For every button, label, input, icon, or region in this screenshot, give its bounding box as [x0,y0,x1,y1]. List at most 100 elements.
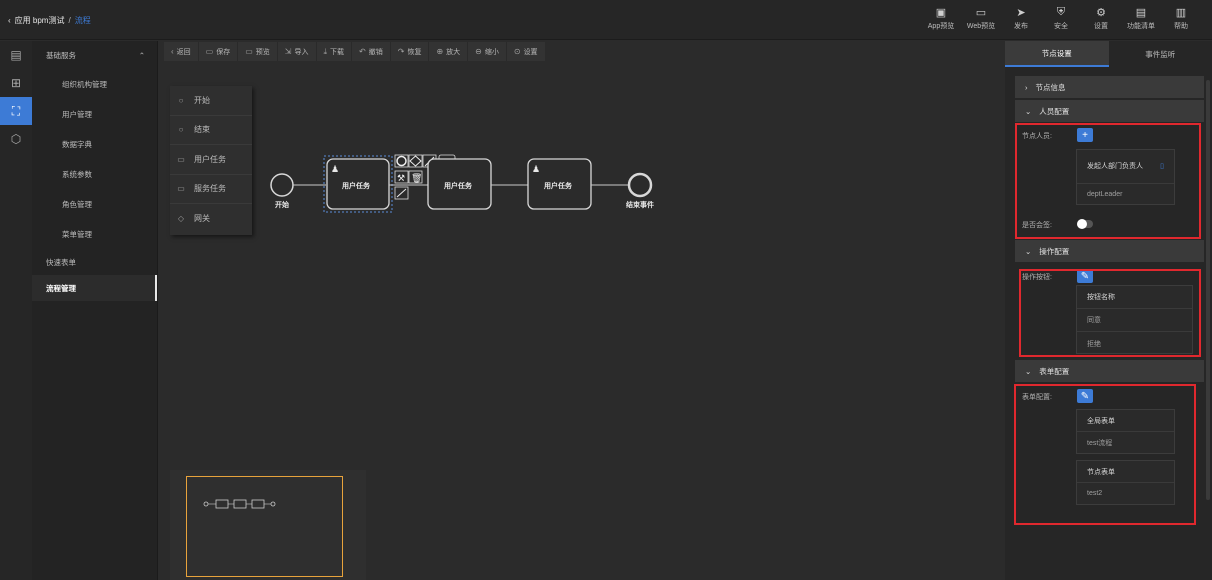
toolbar-label: 下载 [330,48,345,56]
panel-scrollbar[interactable] [1206,80,1210,500]
settings-icon: ⚙ [1096,6,1106,19]
minimap[interactable] [170,470,366,580]
toolbar-label: 恢复 [407,48,422,56]
toolbar-label: 返回 [176,48,191,56]
toolbar-label: 缩小 [484,48,499,56]
section-ops[interactable]: ⌄ 操作配置 [1015,240,1204,262]
toolbar-back-button[interactable]: ‹ 返回 [164,42,199,61]
toolbar-undo-button[interactable]: ↶ 撤销 [352,42,391,61]
section-form-title: 表单配置 [1039,366,1070,376]
top-action-label: 设置 [1094,23,1108,30]
import-icon: ⇲ [284,47,292,56]
menu-item-users[interactable]: 用户管理 [32,99,157,129]
toolbar-label: 预览 [255,48,270,56]
tab-node-settings[interactable]: 节点设置 [1005,41,1109,67]
section-ops-title: 操作配置 [1039,246,1070,256]
zoom-out-icon: ⊖ [475,47,482,56]
palette-item-user-task[interactable]: ▭ 用户任务 [170,145,252,175]
toolbar-preview-button[interactable]: ▭ 预览 [238,42,278,61]
apps-icon[interactable]: ⊞ [0,69,32,97]
user-task-2-label: 用户任务 [444,181,473,190]
palette-item-start-event[interactable]: ○ 开始 [170,86,252,116]
user-task-3-label: 用户任务 [544,181,573,190]
menu-item-flow-manage[interactable]: 流程管理 [32,275,157,301]
highlight-form [1014,384,1196,525]
flow-icon[interactable]: ⛶ [0,97,32,125]
palette-item-end-event[interactable]: ○ 结束 [170,116,252,145]
svg-text:⚒: ⚒ [397,173,405,183]
section-form[interactable]: ⌄ 表单配置 [1015,360,1204,382]
tab-event-listener[interactable]: 事件监听 [1109,41,1212,67]
settings-button[interactable]: ⚙ 设置 [1084,6,1118,31]
save-icon: ▭ [205,47,214,56]
page-icon[interactable]: ▤ [0,41,32,69]
menu-group-label: 基础服务 [46,50,76,60]
palette-label: 结束 [194,125,210,135]
top-action-label: 帮助 [1174,23,1188,30]
preview-icon: ▭ [245,47,253,56]
menu-group-basic[interactable]: 基础服务 ⌃ [32,41,157,69]
user-icon: ♟ [532,164,540,174]
toolbar-zoom-out-button[interactable]: ⊖ 缩小 [468,42,507,61]
append-gateway-icon[interactable] [408,154,423,168]
download-icon: ⤓ [323,46,328,56]
undo-icon: ↶ [359,47,366,56]
breadcrumb-app[interactable]: 应用 bpm测试 [15,15,65,26]
start-event-label: 开始 [275,200,289,209]
toolbar-import-button[interactable]: ⇲ 导入 [278,42,317,61]
palette-label: 开始 [194,95,210,105]
section-node-info-title: 节点信息 [1035,82,1066,92]
sidebar-menu: 基础服务 ⌃ 组织机构管理 用户管理 数据字典 系统参数 角色管理 菜单管理 快… [32,41,158,580]
back-icon[interactable]: ‹ [8,16,11,25]
svg-text:🗑: 🗑 [411,173,422,183]
palette-item-gateway[interactable]: ◇ 网关 [170,204,252,234]
icon-rail: ▤ ⊞ ⛶ ⬡ [0,41,32,580]
zoom-in-icon: ⊕ [436,47,444,56]
function-list-icon: ▤ [1135,6,1147,19]
top-action-label: App预览 [927,23,955,30]
chevron-right-icon: › [1025,82,1028,92]
toolbar-download-button[interactable]: ⤓ 下载 [317,42,353,61]
breadcrumb-separator: / [68,16,71,25]
designer-toolbar: ‹ 返回 ▭ 保存 ▭ 预览 ⇲ 导入 ⤓ 下载 ↶ 撤销 ↷ 恢复 ⊕ 放大 ⊖ 缩小 ⊙ [164,42,545,61]
app-preview-button[interactable]: ▣ App预览 [924,6,958,31]
redo-icon: ↷ [397,47,405,56]
menu-item-org[interactable]: 组织机构管理 [32,69,157,99]
highlight-people [1015,123,1201,239]
minimap-viewport[interactable] [186,476,343,577]
menu-item-roles[interactable]: 角色管理 [32,189,157,219]
cube-icon[interactable]: ⬡ [0,125,32,153]
start-event[interactable] [270,173,294,197]
panel-tabs: 节点设置 事件监听 [1005,41,1212,67]
help-button[interactable]: ▥ 帮助 [1164,6,1198,31]
toolbar-redo-button[interactable]: ↷ 恢复 [391,42,430,61]
security-button[interactable]: ⛨ 安全 [1044,6,1078,31]
toolbar-zoom-in-button[interactable]: ⊕ 放大 [429,42,469,61]
user-icon: ♟ [331,164,339,174]
breadcrumb-current: 流程 [74,16,91,25]
chevron-down-icon: ⌄ [1025,366,1032,376]
highlight-ops [1019,269,1201,357]
publish-button[interactable]: ➤ 发布 [1004,6,1038,31]
toolbar-settings-button[interactable]: ⊙ 设置 [507,42,545,61]
service-task-icon: ▭ [177,184,185,194]
start-event-icon: ○ [178,95,184,105]
menu-item-quick-form[interactable]: 快速表单 [32,249,157,275]
minimap-preview [203,499,276,509]
chevron-down-icon: ⌄ [1025,246,1032,256]
web-preview-button[interactable]: ▭ Web预览 [964,6,998,31]
user-task-1-label: 用户任务 [342,181,371,190]
menu-item-dict[interactable]: 数据字典 [32,129,157,159]
toolbar-save-button[interactable]: ▭ 保存 [199,42,239,61]
function-list-button[interactable]: ▤ 功能清单 [1124,6,1158,31]
toolbar-label: 导入 [294,48,309,56]
section-people[interactable]: ⌄ 人员配置 [1015,100,1204,122]
menu-item-menus[interactable]: 菜单管理 [32,219,157,249]
section-node-info[interactable]: › 节点信息 [1015,76,1204,98]
palette-item-service-task[interactable]: ▭ 服务任务 [170,175,252,204]
menu-item-params[interactable]: 系统参数 [32,159,157,189]
end-event-label: 结束事件 [625,200,654,209]
settings-icon: ⊙ [513,47,521,56]
end-event[interactable] [627,172,653,198]
back-icon: ‹ [171,47,174,56]
